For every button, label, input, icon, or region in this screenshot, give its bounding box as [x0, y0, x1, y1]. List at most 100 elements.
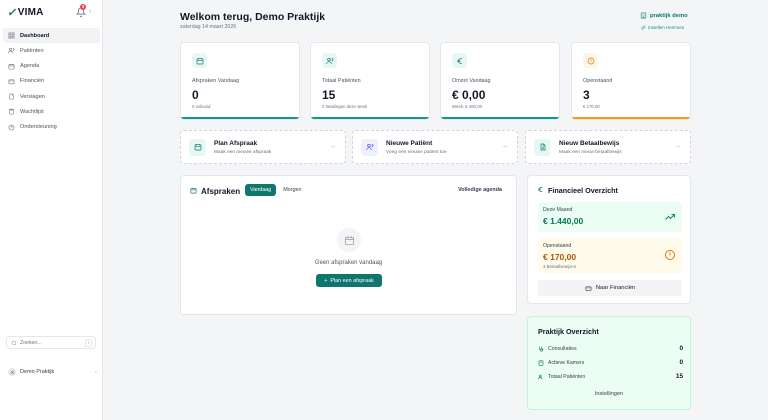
stat-icon-wrap: [192, 53, 207, 68]
stat-icon-wrap: [583, 53, 598, 68]
stat-accent-bar: [441, 117, 559, 119]
financial-overview-panel: Financieel Overzicht Deze Maand € 1.440,…: [527, 175, 691, 304]
plan-appointment-action[interactable]: Plan Afspraak Maak een nieuwe afspraak →: [180, 130, 346, 164]
outstanding-label: Openstaand: [543, 243, 572, 249]
building-icon: [538, 359, 544, 366]
stat-value: 0: [192, 88, 199, 102]
practice-row-consultations: Consultaties 0: [538, 345, 683, 352]
stat-icon-wrap: [322, 53, 337, 68]
arrow-right-icon: →: [674, 143, 681, 150]
plus-icon: +: [324, 277, 328, 284]
sidebar-item-label: Wachtlijst: [20, 108, 44, 115]
logo[interactable]: ✓ VIMA: [7, 6, 44, 19]
page-title: Welkom terug, Demo Praktijk: [180, 11, 326, 23]
practice-row-value: 15: [675, 373, 683, 380]
stat-accent-bar: [311, 117, 429, 119]
settings-icon: [641, 25, 646, 30]
sidebar-item-label: Ondersteuning: [20, 124, 57, 131]
arrow-right-icon: →: [329, 143, 336, 150]
settings-link[interactable]: Instellen Herinnen: [641, 25, 684, 30]
plan-appointment-button[interactable]: + Plan een afspraak: [316, 274, 382, 287]
calendar-icon: [194, 143, 202, 151]
page-date: zaterdag 14 maart 2026: [180, 24, 237, 30]
action-title: Nieuw Betaalbewijs: [559, 139, 620, 147]
practice-settings-link[interactable]: Instellingen: [528, 391, 690, 397]
practice-row-label: Consultaties: [548, 345, 577, 352]
sidebar-item-ondersteuning[interactable]: Ondersteuning: [3, 120, 100, 135]
users-icon: [365, 143, 374, 151]
tab-today[interactable]: Vandaag: [245, 184, 277, 196]
users-icon: [325, 57, 334, 65]
stat-sub: 0 betalingen deze week: [322, 104, 368, 109]
calendar-icon: [344, 235, 355, 246]
stat-card-outstanding[interactable]: Openstaand 3 € 170,00: [571, 42, 691, 120]
sidebar-item-label: Agenda: [20, 63, 40, 70]
logo-mark-icon: ✓: [7, 6, 16, 19]
action-title: Nieuwe Patiënt: [386, 139, 433, 147]
trending-up-icon: [664, 211, 676, 223]
user-menu[interactable]: Demo Praktijk ⌄: [4, 364, 98, 380]
wallet-icon: [8, 78, 15, 85]
sidebar-item-patienten[interactable]: Patiënten: [3, 43, 100, 58]
outstanding-card: Openstaand € 170,00 3 Betaalbewijzen: [538, 238, 682, 273]
calendar-icon: [196, 57, 204, 65]
alert-circle-icon: [587, 57, 595, 65]
settings-link-label: Instellen Herinnen: [648, 25, 685, 30]
practice-link[interactable]: praktijk demo: [640, 12, 688, 19]
users-icon: [8, 47, 15, 54]
user-name: Demo Praktijk: [20, 369, 55, 375]
sidebar-item-wachtlijst[interactable]: Wachtlijst: [3, 104, 100, 119]
stat-sub: Week: € 360,00: [452, 104, 483, 109]
tab-tomorrow[interactable]: Morgen: [278, 184, 306, 196]
search-input[interactable]: [20, 339, 82, 346]
this-month-card: Deze Maand € 1.440,00: [538, 202, 682, 232]
outstanding-sub: 3 Betaalbewijzen: [543, 264, 577, 269]
appointments-tabs: Vandaag Morgen: [245, 184, 306, 196]
sidebar-item-agenda[interactable]: Agenda: [3, 59, 100, 74]
this-month-label: Deze Maand: [543, 207, 573, 213]
stethoscope-icon: [538, 346, 544, 352]
new-receipt-action[interactable]: Nieuw Betaalbewijs Maak een nieuw betaal…: [525, 130, 691, 164]
alert-circle-icon: [664, 249, 676, 261]
sidebar-search[interactable]: /: [6, 336, 96, 349]
practice-row-label: Actieve Kamers: [548, 359, 585, 366]
sidebar-item-financien[interactable]: Financiën: [3, 74, 100, 89]
stat-label: Openstaand: [583, 78, 613, 84]
sidebar-item-dashboard[interactable]: Dashboard: [3, 28, 100, 43]
stat-sub: 0 voltooid: [192, 104, 211, 109]
arrow-right-icon: →: [501, 143, 508, 150]
avatar: [8, 368, 16, 376]
practice-row-value: 0: [679, 359, 683, 366]
building-icon: [640, 12, 647, 19]
practice-overview-title: Praktijk Overzicht: [538, 327, 599, 336]
sidebar-item-label: Dashboard: [20, 32, 50, 39]
users-icon: [538, 374, 544, 380]
notification-badge: 3: [80, 4, 86, 10]
chevron-down-icon: ⌄: [93, 369, 98, 375]
outstanding-value: € 170,00: [543, 252, 577, 262]
action-icon-wrap: [534, 138, 551, 156]
stat-value: € 0,00: [452, 88, 486, 102]
calendar-icon: [190, 187, 197, 194]
action-subtitle: Maak een nieuw betaalbewijs: [559, 149, 622, 155]
practice-row-rooms: Actieve Kamers 0: [538, 359, 683, 366]
this-month-value: € 1.440,00: [543, 216, 584, 226]
clipboard-icon: [8, 108, 15, 115]
practice-row-patients: Totaal Patiënten 15: [538, 373, 683, 380]
stat-label: Totaal Patiënten: [322, 78, 361, 84]
action-title: Plan Afspraak: [214, 139, 258, 147]
full-agenda-link[interactable]: Volledige agenda: [458, 187, 502, 193]
action-icon-wrap: [361, 138, 378, 156]
stat-card-revenue[interactable]: Omzet Vandaag € 0,00 Week: € 360,00: [440, 42, 560, 120]
sidebar-nav: Dashboard Patiënten Agenda Financiën Ver…: [3, 28, 100, 135]
stat-accent-bar: [181, 117, 299, 119]
go-to-finance-button[interactable]: Naar Financiën: [538, 280, 682, 296]
stat-sub: € 170,00: [583, 104, 600, 109]
stat-card-appointments[interactable]: Afspraken Vandaag 0 0 voltooid: [180, 42, 300, 120]
empty-state-text: Geen afspraken vandaag: [314, 260, 383, 266]
collapse-sidebar-icon[interactable]: ‹: [89, 8, 91, 15]
stat-card-patients[interactable]: Totaal Patiënten 15 0 betalingen deze we…: [310, 42, 430, 120]
new-patient-action[interactable]: Nieuwe Patiënt Voeg een nieuwe patiënt t…: [352, 130, 518, 164]
empty-state-icon: [337, 228, 361, 252]
sidebar-item-verslagen[interactable]: Verslagen: [3, 89, 100, 104]
